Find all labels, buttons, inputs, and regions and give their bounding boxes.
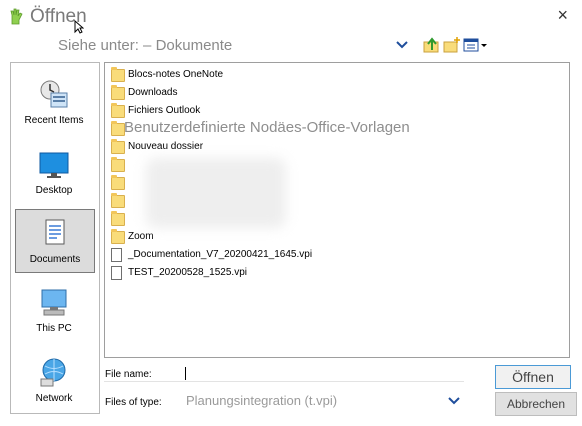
view-menu-icon[interactable]: [463, 36, 489, 54]
up-folder-icon[interactable]: [423, 36, 441, 54]
folder-icon: [111, 139, 125, 154]
look-in-label: Siehe unter: – Dokumente: [58, 37, 233, 54]
folder-icon: [111, 67, 125, 82]
folder-icon: [111, 103, 125, 118]
folder-icon: [111, 121, 125, 136]
file-type-label: Files of type:: [105, 397, 162, 408]
title-bar: Öffnen ×: [0, 0, 582, 34]
divider: [104, 381, 464, 382]
place-network[interactable]: Network: [15, 349, 93, 411]
place-documents[interactable]: Documents: [15, 209, 95, 273]
place-label: Documents: [29, 254, 81, 265]
folder-icon: [111, 157, 125, 172]
file-type-select[interactable]: Planungsintegration (t.vpi): [186, 393, 337, 408]
place-desktop[interactable]: Desktop: [15, 141, 93, 203]
network-icon: [40, 358, 66, 387]
document-file-icon: [111, 248, 122, 262]
folder-icon: [111, 193, 125, 208]
folder-icon: [111, 211, 125, 226]
file-name-input[interactable]: [183, 365, 463, 382]
open-button[interactable]: Öffnen: [495, 365, 571, 389]
folder-icon: [111, 175, 125, 190]
text-caret: [185, 367, 186, 380]
look-in-dropdown-chevron-icon[interactable]: [394, 38, 410, 52]
this-pc-icon: [41, 289, 67, 316]
place-label: Desktop: [35, 185, 73, 196]
desktop-icon: [39, 152, 69, 178]
recent-items-icon: [40, 80, 68, 108]
document-file-icon: [111, 266, 122, 280]
place-label: Recent Items: [24, 115, 84, 126]
folder-icon: [111, 229, 125, 244]
folder-name-overlay: Benutzerdefinierte Nodäes-Office-Vorlage…: [124, 119, 410, 136]
blurred-region: [146, 158, 286, 228]
new-folder-icon[interactable]: [443, 36, 461, 54]
close-button[interactable]: ×: [557, 5, 568, 26]
places-bar: Recent Items Desktop Documents This PC N…: [10, 62, 100, 414]
place-this-pc[interactable]: This PC: [15, 279, 93, 341]
place-recent-items[interactable]: Recent Items: [15, 71, 93, 133]
place-label: Network: [35, 393, 73, 404]
place-label: This PC: [36, 323, 72, 334]
cancel-button[interactable]: Abbrechen: [495, 392, 577, 416]
mouse-cursor-icon: [74, 20, 84, 34]
documents-icon: [45, 219, 65, 245]
app-hand-icon: [10, 8, 23, 25]
file-name-label: File name:: [105, 369, 152, 380]
file-type-chevron-icon[interactable]: [446, 394, 462, 408]
folder-icon: [111, 85, 125, 100]
